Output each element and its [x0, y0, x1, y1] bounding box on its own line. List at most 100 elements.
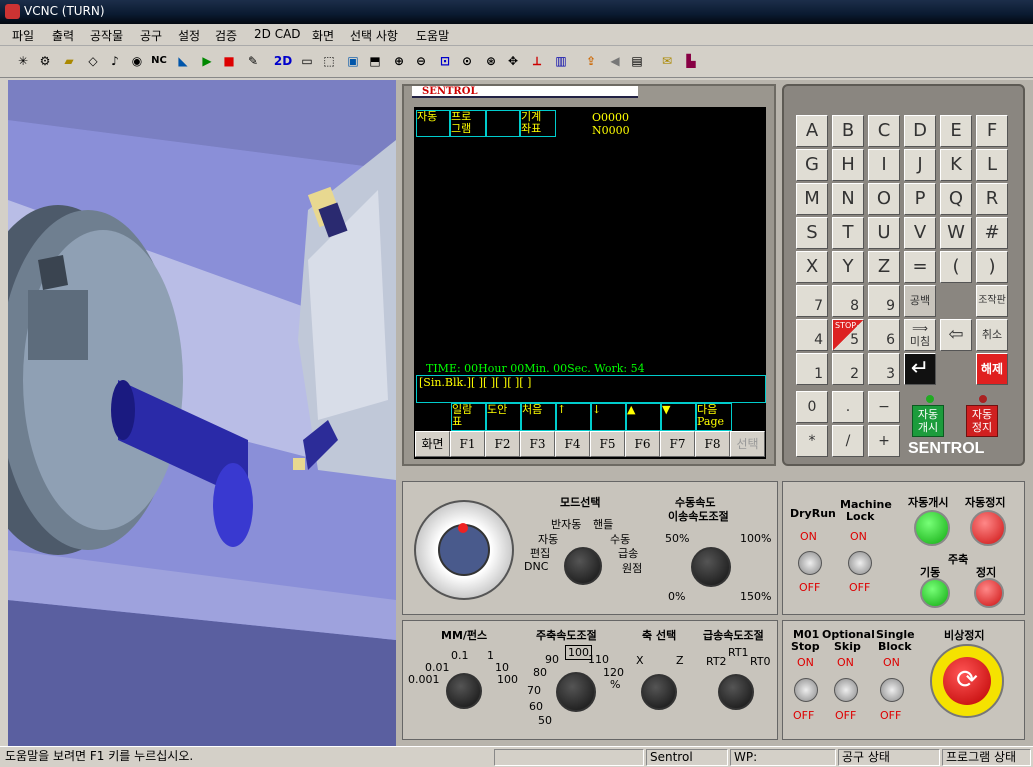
single-block-toggle[interactable] [880, 678, 904, 702]
menu-verify[interactable]: 검증 [215, 27, 237, 44]
zoom-fit-icon[interactable]: ⊙ [456, 50, 478, 72]
key-i[interactable]: I [868, 149, 900, 181]
stop-icon[interactable]: ■ [218, 50, 240, 72]
rapid-override-knob[interactable] [718, 674, 754, 710]
view-front-icon[interactable]: ▣ [342, 50, 364, 72]
machining-3d-view[interactable] [8, 80, 396, 746]
key-b[interactable]: B [832, 115, 864, 147]
key-star[interactable]: * [796, 425, 828, 457]
feed-override-knob[interactable] [691, 547, 731, 587]
zoom-window-icon[interactable]: ⊡ [434, 50, 456, 72]
book-icon[interactable]: ▙ [680, 50, 702, 72]
pen-icon[interactable]: ✎ [242, 50, 264, 72]
view-iso-icon[interactable]: ⬚ [318, 50, 340, 72]
key-hash[interactable]: # [976, 217, 1008, 249]
key-back[interactable]: ⇦ [940, 319, 972, 351]
key-t[interactable]: T [832, 217, 864, 249]
gear-icon[interactable]: ⚙ [34, 50, 56, 72]
auto-start-key[interactable]: 자동 개시 [912, 405, 944, 437]
f6-button[interactable]: F6 [625, 431, 660, 457]
key-0[interactable]: 0 [796, 391, 828, 423]
key-1[interactable]: 1 [796, 353, 828, 385]
f3-button[interactable]: F3 [520, 431, 555, 457]
screen-button[interactable]: 화면 [415, 431, 450, 457]
key-plus[interactable]: + [868, 425, 900, 457]
folder-open-icon[interactable]: ▰ [58, 50, 80, 72]
m01-stop-toggle[interactable] [794, 678, 818, 702]
key-c[interactable]: C [868, 115, 900, 147]
key-release[interactable]: 해제 [976, 353, 1008, 385]
key-8[interactable]: 8 [832, 285, 864, 317]
view-2d-button[interactable]: 2D [272, 50, 294, 72]
key-a[interactable]: A [796, 115, 828, 147]
menu-help[interactable]: 도움말 [416, 27, 449, 44]
key-l[interactable]: L [976, 149, 1008, 181]
key-z[interactable]: Z [868, 251, 900, 283]
key-y[interactable]: Y [832, 251, 864, 283]
menu-output[interactable]: 출력 [52, 27, 74, 44]
note-icon[interactable]: ♪ [104, 50, 126, 72]
play-icon[interactable]: ▶ [196, 50, 218, 72]
color-palette-icon[interactable]: ▥ [550, 50, 572, 72]
menu-options[interactable]: 선택 사항 [350, 27, 398, 44]
f7-button[interactable]: F7 [660, 431, 695, 457]
key-minus[interactable]: − [868, 391, 900, 423]
spindle-override-knob[interactable] [556, 672, 596, 712]
key-x[interactable]: X [796, 251, 828, 283]
zoom-all-icon[interactable]: ⊛ [480, 50, 502, 72]
key-2[interactable]: 2 [832, 353, 864, 385]
zoom-in-icon[interactable]: ⊕ [388, 50, 410, 72]
menu-settings[interactable]: 설정 [178, 27, 200, 44]
key-v[interactable]: V [904, 217, 936, 249]
auto-start-button[interactable] [914, 510, 950, 546]
key-7[interactable]: 7 [796, 285, 828, 317]
notes-icon[interactable]: ✉ [656, 50, 678, 72]
key-operation-panel[interactable]: 조작판 [976, 285, 1008, 317]
machine-lock-toggle[interactable] [848, 551, 872, 575]
key-rparen[interactable]: ) [976, 251, 1008, 283]
key-d[interactable]: D [904, 115, 936, 147]
key-space[interactable]: 공백 [904, 285, 936, 317]
menu-2dcad[interactable]: 2D CAD [254, 27, 301, 41]
key-u[interactable]: U [868, 217, 900, 249]
key-6[interactable]: 6 [868, 319, 900, 351]
nc-button[interactable]: NC [148, 50, 170, 72]
mm-pulse-knob[interactable] [446, 673, 482, 709]
select-button[interactable]: 선택 [730, 431, 765, 457]
pan-icon[interactable]: ✥ [502, 50, 524, 72]
axis-icon[interactable]: ⟂ [526, 50, 548, 72]
key-4[interactable]: 4 [796, 319, 828, 351]
spindle-stop-button[interactable] [974, 578, 1004, 608]
key-slash[interactable]: / [832, 425, 864, 457]
key-g[interactable]: G [796, 149, 828, 181]
key-j[interactable]: J [904, 149, 936, 181]
auto-stop-key[interactable]: 자동 정지 [966, 405, 998, 437]
key-w[interactable]: W [940, 217, 972, 249]
key-k[interactable]: K [940, 149, 972, 181]
spindle-start-button[interactable] [920, 578, 950, 608]
view-side-icon[interactable]: ⬒ [364, 50, 386, 72]
auto-stop-button[interactable] [970, 510, 1006, 546]
zoom-out-icon[interactable]: ⊖ [410, 50, 432, 72]
key-f[interactable]: F [976, 115, 1008, 147]
key-enter[interactable]: ↵ [904, 353, 936, 385]
key-9[interactable]: 9 [868, 285, 900, 317]
mode-select-knob[interactable] [564, 547, 602, 585]
tool-path-icon[interactable]: ◣ [172, 50, 194, 72]
view-box-icon[interactable]: ▭ [296, 50, 318, 72]
f5-button[interactable]: F5 [590, 431, 625, 457]
key-p[interactable]: P [904, 183, 936, 215]
f2-button[interactable]: F2 [485, 431, 520, 457]
key-cancel[interactable]: 취소 [976, 319, 1008, 351]
optional-skip-toggle[interactable] [834, 678, 858, 702]
document-icon[interactable]: ▤ [626, 50, 648, 72]
menu-tool[interactable]: 공구 [140, 27, 162, 44]
menu-screen[interactable]: 화면 [312, 27, 334, 44]
key-end[interactable]: ⟹ 미침 [904, 319, 936, 351]
dryrun-toggle[interactable] [798, 551, 822, 575]
key-r[interactable]: R [976, 183, 1008, 215]
speaker-icon[interactable]: ◀ [604, 50, 626, 72]
key-m[interactable]: M [796, 183, 828, 215]
key-q[interactable]: Q [940, 183, 972, 215]
f4-button[interactable]: F4 [555, 431, 590, 457]
